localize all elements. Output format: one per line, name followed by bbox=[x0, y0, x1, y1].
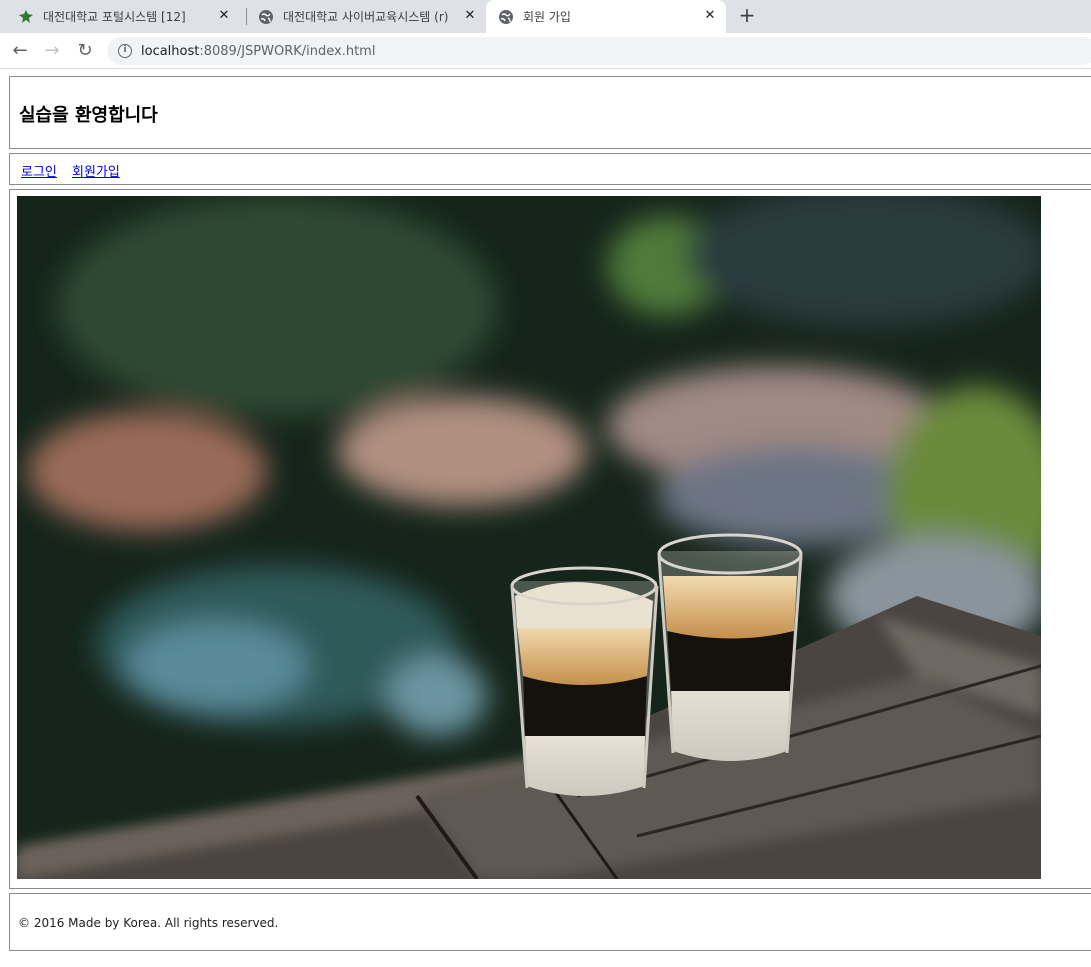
tab-cyber[interactable]: 대전대학교 사이버교육시스템 (r) ✕ bbox=[240, 0, 486, 33]
nav-section: 로그인 회원가입 bbox=[9, 153, 1091, 185]
url-text: localhost:8089/JSPWORK/index.html bbox=[141, 44, 375, 59]
close-icon[interactable]: ✕ bbox=[462, 8, 478, 24]
globe-icon bbox=[258, 9, 274, 25]
forward-button[interactable]: → bbox=[40, 39, 64, 63]
close-icon[interactable]: ✕ bbox=[702, 8, 718, 24]
close-icon[interactable]: ✕ bbox=[216, 8, 232, 24]
globe-icon bbox=[498, 9, 514, 25]
copyright-text: © 2016 Made by Korea. All rights reserve… bbox=[18, 916, 279, 930]
tab-signup[interactable]: 회원 가입 ✕ bbox=[486, 0, 726, 33]
address-bar[interactable]: i localhost:8089/JSPWORK/index.html bbox=[107, 37, 1091, 65]
page-title: 실습을 환영합니다 bbox=[19, 105, 158, 126]
image-section bbox=[9, 189, 1091, 889]
info-icon[interactable]: i bbox=[118, 44, 132, 58]
url-host: localhost bbox=[141, 43, 200, 59]
new-tab-button[interactable]: + bbox=[735, 4, 759, 28]
signup-link[interactable]: 회원가입 bbox=[72, 161, 120, 180]
browser-toolbar: ← → ↻ i localhost:8089/JSPWORK/index.htm… bbox=[0, 33, 1091, 69]
login-link[interactable]: 로그인 bbox=[21, 161, 57, 180]
back-button[interactable]: ← bbox=[8, 39, 32, 63]
reload-button[interactable]: ↻ bbox=[73, 39, 97, 63]
tab-label: 대전대학교 포털시스템 [12] bbox=[43, 10, 186, 24]
page-content: 실습을 환영합니다 로그인 회원가입 © 2016 Made by Korea.… bbox=[0, 70, 1091, 967]
tab-label: 대전대학교 사이버교육시스템 (r) bbox=[283, 10, 449, 24]
header-section: 실습을 환영합니다 bbox=[9, 76, 1091, 149]
tab-label: 회원 가입 bbox=[523, 10, 571, 24]
browser-tab-bar: 대전대학교 포털시스템 [12] ✕ 대전대학교 사이버교육시스템 (r) ✕ … bbox=[0, 0, 1091, 33]
footer-section: © 2016 Made by Korea. All rights reserve… bbox=[9, 893, 1091, 951]
coffee-glasses-photo bbox=[17, 196, 1041, 879]
url-path: :8089/JSPWORK/index.html bbox=[199, 43, 376, 59]
tab-portal[interactable]: 대전대학교 포털시스템 [12] ✕ bbox=[0, 0, 240, 33]
leaf-icon bbox=[18, 9, 34, 25]
